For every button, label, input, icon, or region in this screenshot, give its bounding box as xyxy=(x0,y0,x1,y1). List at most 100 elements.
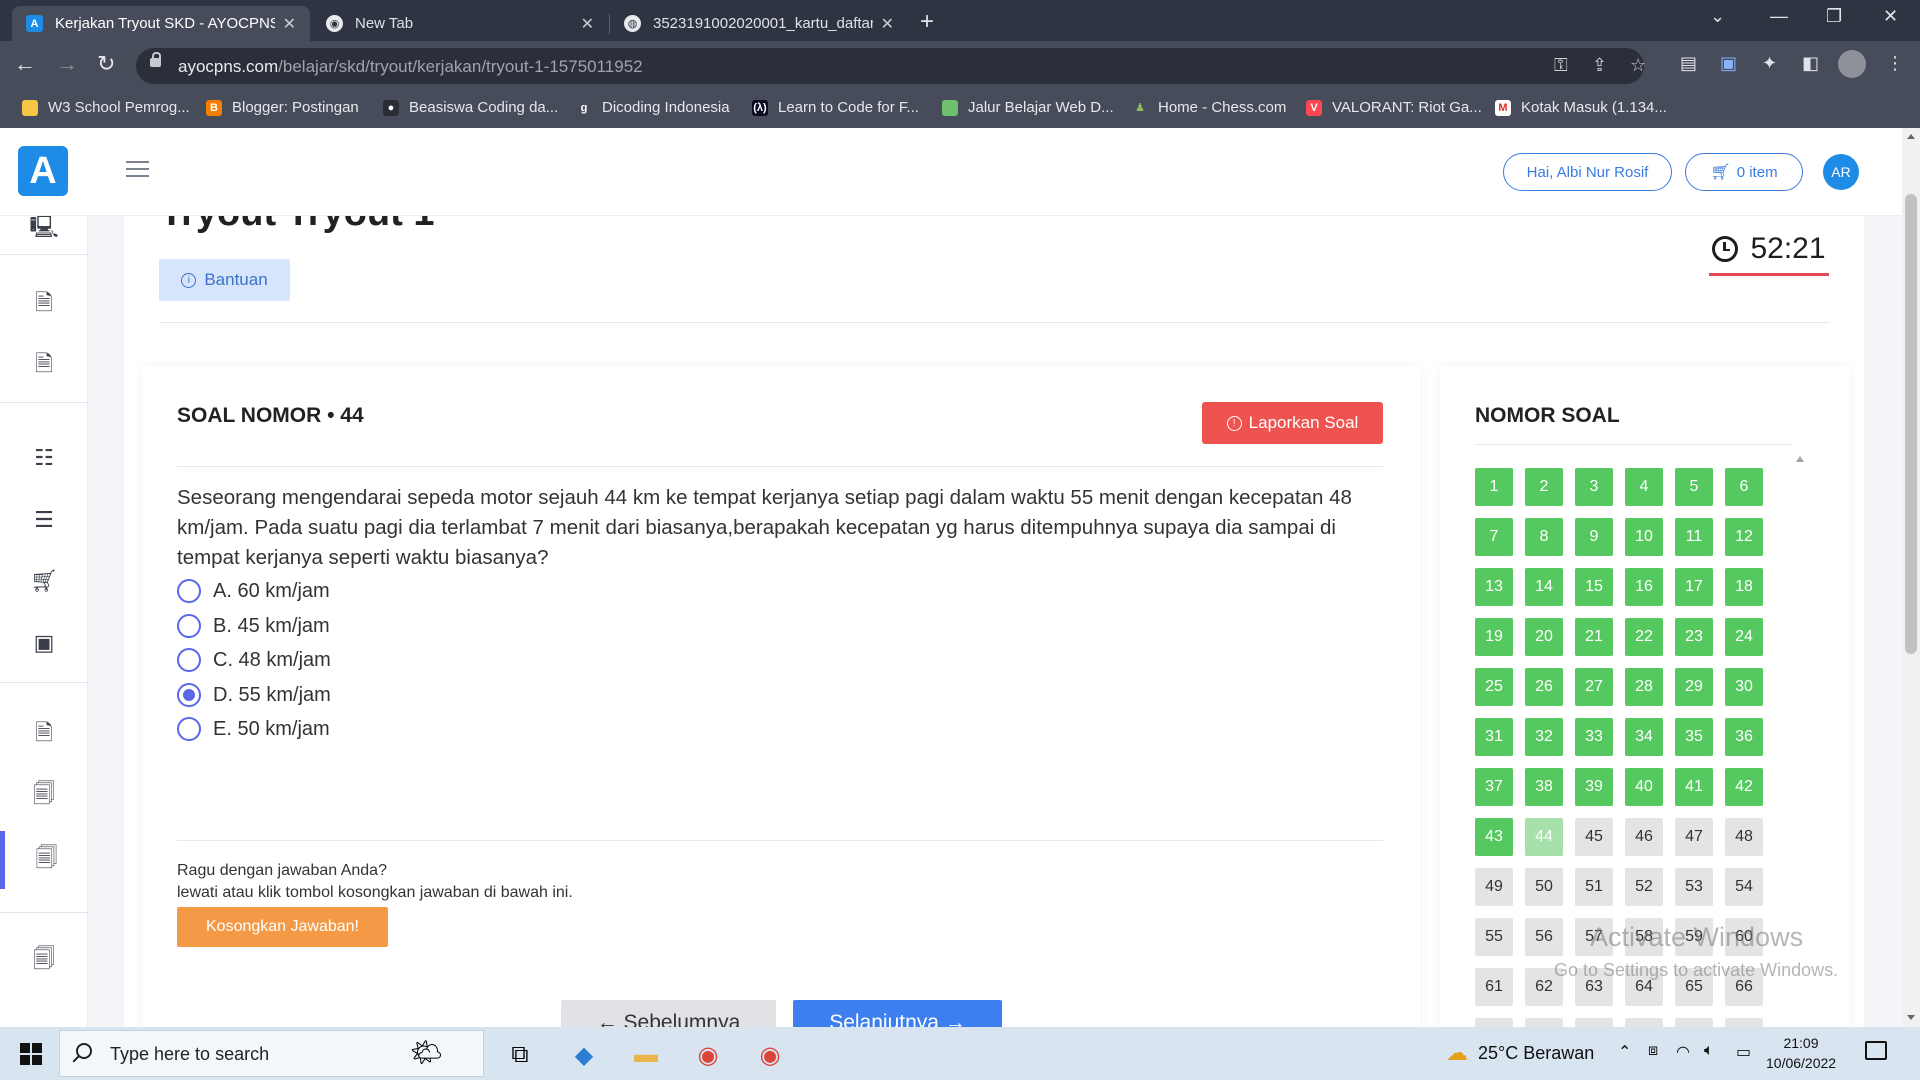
question-number-button[interactable]: 27 xyxy=(1575,668,1613,706)
question-number-button[interactable]: 55 xyxy=(1475,918,1513,956)
tab-search-chevron-icon[interactable]: ⌄ xyxy=(1710,6,1725,27)
radio-button[interactable] xyxy=(177,648,201,672)
question-number-button[interactable]: 45 xyxy=(1575,818,1613,856)
kebab-menu-icon[interactable]: ⋮ xyxy=(1886,53,1904,74)
question-number-button[interactable]: 1 xyxy=(1475,468,1513,506)
volume-icon[interactable]: 🔈︎ xyxy=(1704,1042,1714,1060)
ayocpns-logo[interactable]: A xyxy=(18,146,68,196)
new-tab-button[interactable]: + xyxy=(920,8,934,36)
question-number-button[interactable]: 70 xyxy=(1625,1018,1663,1027)
weather-widget[interactable]: ☁ 25°C Berawan xyxy=(1446,1040,1594,1066)
extension-screen-icon[interactable]: ▣ xyxy=(1720,53,1737,74)
question-number-button[interactable]: 8 xyxy=(1525,518,1563,556)
scroll-up-arrow-icon[interactable] xyxy=(1796,456,1804,462)
side-panel-icon[interactable]: ◧ xyxy=(1802,53,1819,74)
sidebar-item-add-note[interactable]: ☷ xyxy=(0,435,88,481)
question-number-button[interactable]: 54 xyxy=(1725,868,1763,906)
question-number-button[interactable]: 10 xyxy=(1625,518,1663,556)
scrollbar-thumb[interactable] xyxy=(1905,194,1917,654)
windows-start-icon[interactable] xyxy=(20,1043,42,1065)
bookmark-gmail[interactable]: M Kotak Masuk (1.134... xyxy=(1495,99,1667,116)
chrome-icon[interactable]: ◉ xyxy=(688,1035,728,1075)
puzzle-extensions-icon[interactable]: ✦ xyxy=(1762,53,1777,74)
task-view-icon[interactable]: ⧉ xyxy=(500,1035,540,1075)
question-number-button[interactable]: 17 xyxy=(1675,568,1713,606)
answer-option-a[interactable]: A. 60 km/jam xyxy=(177,576,330,606)
sidebar-item-notes[interactable]: ☰ xyxy=(0,497,88,543)
notification-center-icon[interactable] xyxy=(1865,1041,1887,1060)
question-number-button[interactable]: 13 xyxy=(1475,568,1513,606)
question-number-button[interactable]: 69 xyxy=(1575,1018,1613,1027)
user-greeting-button[interactable]: Hai, Albi Nur Rosif xyxy=(1503,153,1672,191)
minimize-button[interactable]: — xyxy=(1770,6,1788,27)
chrome-profile-icon[interactable]: ◉ xyxy=(750,1035,790,1075)
restore-button[interactable]: ❐ xyxy=(1826,6,1842,27)
answer-option-c[interactable]: C. 48 km/jam xyxy=(177,645,331,675)
question-number-button[interactable]: 18 xyxy=(1725,568,1763,606)
answer-option-d[interactable]: D. 55 km/jam xyxy=(177,680,331,710)
question-number-button[interactable]: 43 xyxy=(1475,818,1513,856)
question-number-button[interactable]: 68 xyxy=(1525,1018,1563,1027)
question-number-button[interactable]: 11 xyxy=(1675,518,1713,556)
question-number-button[interactable]: 3 xyxy=(1575,468,1613,506)
question-number-button[interactable]: 72 xyxy=(1725,1018,1763,1027)
bookmark-beasiswa[interactable]: ● Beasiswa Coding da... xyxy=(383,99,558,116)
battery-saver-icon[interactable]: ⧈ xyxy=(1648,1042,1658,1060)
radio-button-selected[interactable] xyxy=(177,683,201,707)
question-number-button[interactable]: 12 xyxy=(1725,518,1763,556)
answer-option-e[interactable]: E. 50 km/jam xyxy=(177,714,330,744)
question-number-button[interactable]: 41 xyxy=(1675,768,1713,806)
question-number-button[interactable]: 16 xyxy=(1625,568,1663,606)
radio-button[interactable] xyxy=(177,579,201,603)
bookmark-valorant[interactable]: V VALORANT: Riot Ga... xyxy=(1306,99,1482,116)
question-number-button[interactable]: 28 xyxy=(1625,668,1663,706)
reload-icon[interactable]: ↻ xyxy=(97,51,115,77)
sidebar-item-documents[interactable]: 🗐︎ xyxy=(0,773,88,819)
question-number-button[interactable]: 14 xyxy=(1525,568,1563,606)
cart-button[interactable]: 🛒︎ 0 item xyxy=(1685,153,1803,191)
sidebar-item-document-3[interactable]: 🗎︎ xyxy=(0,712,88,758)
sidebar-item-document-1[interactable]: 🗎︎ xyxy=(0,282,88,328)
question-number-button[interactable]: 36 xyxy=(1725,718,1763,756)
bookmark-chess[interactable]: ♟ Home - Chess.com xyxy=(1132,99,1286,116)
question-number-button[interactable]: 25 xyxy=(1475,668,1513,706)
hamburger-menu-icon[interactable] xyxy=(126,161,149,182)
sidebar-item-documents-2[interactable]: 🗐︎ xyxy=(0,938,88,984)
report-question-button[interactable]: ! Laporkan Soal xyxy=(1202,402,1383,444)
question-number-button[interactable]: 67 xyxy=(1475,1018,1513,1027)
bookmark-w3school[interactable]: W3 School Pemrog... xyxy=(22,99,190,116)
question-number-button[interactable]: 7 xyxy=(1475,518,1513,556)
lock-icon[interactable] xyxy=(150,52,161,67)
question-number-button[interactable]: 30 xyxy=(1725,668,1763,706)
question-number-button[interactable]: 24 xyxy=(1725,618,1763,656)
bookmark-blogger[interactable]: B Blogger: Postingan xyxy=(206,99,359,116)
battery-icon[interactable]: ▭ xyxy=(1736,1042,1751,1062)
question-number-button[interactable]: 44 xyxy=(1525,818,1563,856)
question-number-button[interactable]: 33 xyxy=(1575,718,1613,756)
extension-translate-icon[interactable]: ▤ xyxy=(1680,53,1697,74)
question-number-button[interactable]: 61 xyxy=(1475,968,1513,1006)
wifi-icon[interactable]: ◠ xyxy=(1676,1042,1690,1062)
question-number-button[interactable]: 49 xyxy=(1475,868,1513,906)
close-window-button[interactable]: ✕ xyxy=(1883,6,1898,27)
question-number-button[interactable]: 42 xyxy=(1725,768,1763,806)
sidebar-item-cart[interactable]: 🛒︎ xyxy=(0,558,88,604)
browser-tab-new[interactable]: ◉ New Tab ✕ xyxy=(312,6,608,41)
question-number-button[interactable]: 19 xyxy=(1475,618,1513,656)
bookmark-dicoding[interactable]: g Dicoding Indonesia xyxy=(576,99,730,116)
scroll-up-arrow-icon[interactable] xyxy=(1907,134,1915,139)
question-number-button[interactable]: 15 xyxy=(1575,568,1613,606)
chevron-up-icon[interactable]: ⌃ xyxy=(1618,1042,1631,1062)
answer-option-b[interactable]: B. 45 km/jam xyxy=(177,611,330,641)
taskbar-search-box[interactable]: Type here to search 🌤︎ xyxy=(59,1030,484,1077)
url-text[interactable]: ayocpns.com/belajar/skd/tryout/kerjakan/… xyxy=(178,57,643,77)
question-number-button[interactable]: 47 xyxy=(1675,818,1713,856)
back-arrow-icon[interactable]: ← xyxy=(14,51,36,77)
share-icon[interactable]: ⇪ xyxy=(1592,55,1607,76)
page-scrollbar[interactable] xyxy=(1902,128,1920,1027)
question-number-button[interactable]: 56 xyxy=(1525,918,1563,956)
question-number-button[interactable]: 32 xyxy=(1525,718,1563,756)
question-number-button[interactable]: 23 xyxy=(1675,618,1713,656)
browser-tab-kartu[interactable]: ◍ 3523191002020001_kartu_daftar ✕ xyxy=(610,6,908,41)
file-explorer-icon[interactable]: ▬ xyxy=(626,1035,666,1075)
